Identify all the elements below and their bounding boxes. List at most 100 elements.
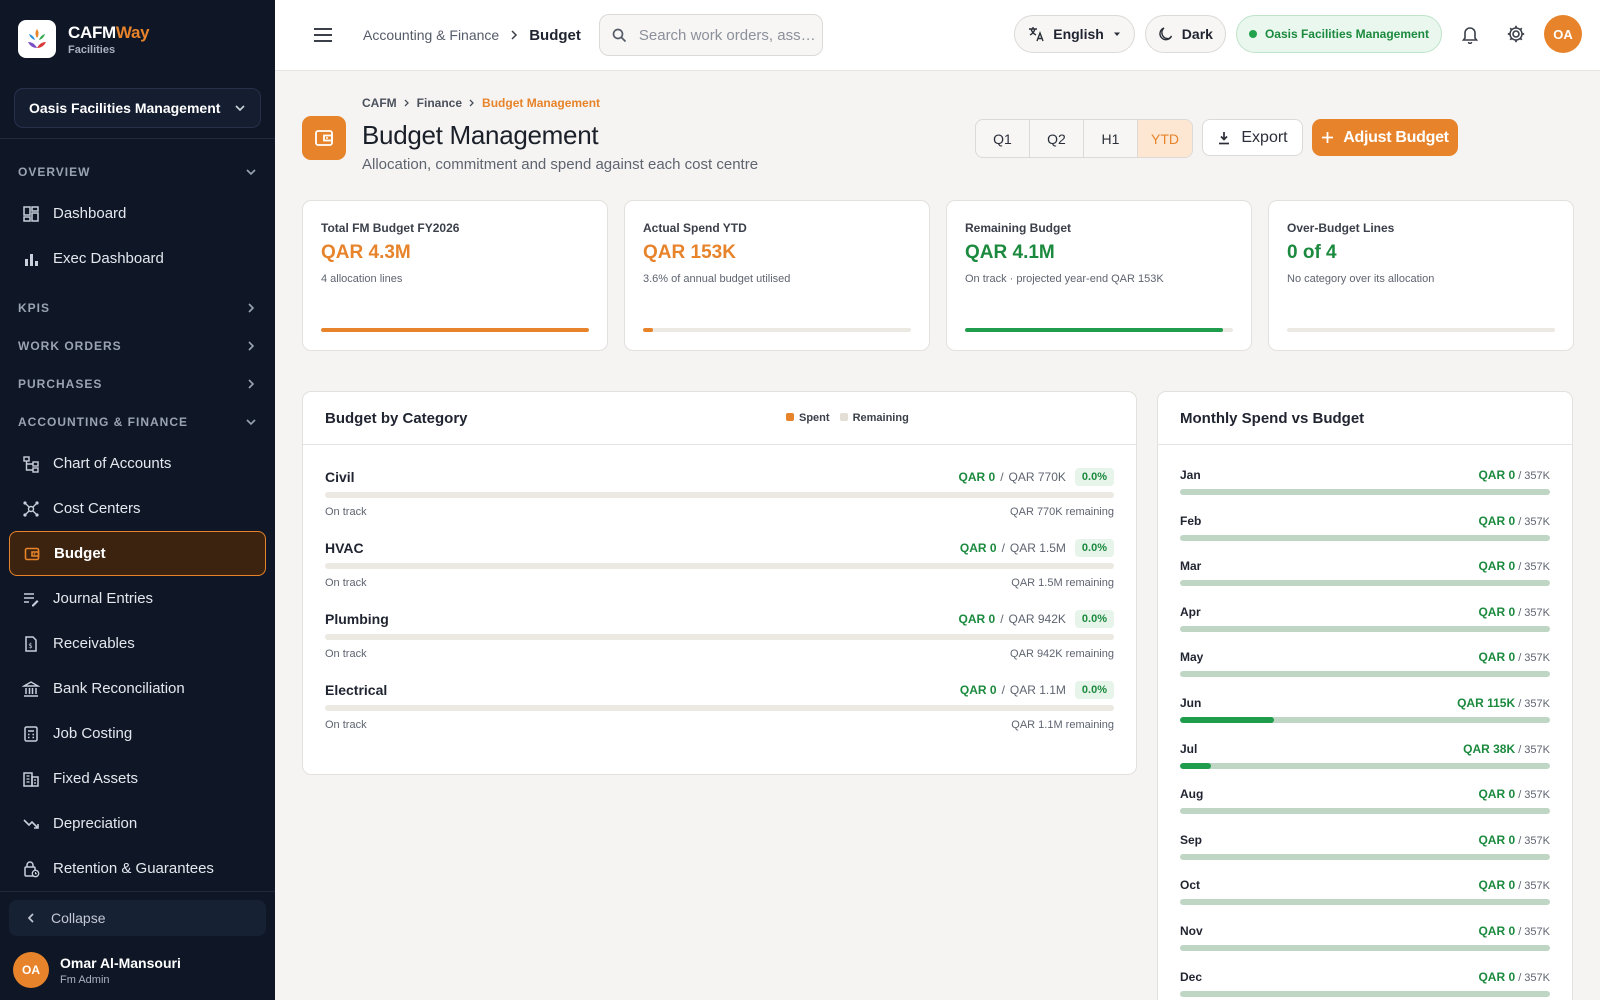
sidebar-item-dashboard[interactable]: Dashboard: [0, 191, 275, 236]
calculator-icon: [24, 725, 38, 742]
org-selector-label: Oasis Facilities Management: [29, 100, 221, 116]
sidebar-item-job-costing[interactable]: Job Costing: [0, 711, 275, 756]
category-row[interactable]: Plumbing QAR 0 / QAR 942K 0.0% On track QAR 94…: [325, 610, 1114, 682]
category-row[interactable]: HVAC QAR 0 / QAR 1.5M 0.0% On track QAR 1.5M r…: [325, 539, 1114, 611]
section-accounting[interactable]: ACCOUNTING & FINANCE: [0, 403, 275, 441]
category-row[interactable]: Civil QAR 0 / QAR 770K 0.0% On track QAR 770K …: [325, 468, 1114, 540]
chevron-left-icon: [27, 913, 34, 923]
collapse-sidebar-button[interactable]: Collapse: [9, 900, 266, 936]
month-spent: QAR 0: [1478, 832, 1516, 847]
plus-icon: [1322, 132, 1334, 143]
month-progress-fill: [1180, 762, 1212, 769]
brand[interactable]: CAFMWay Facilities: [0, 0, 275, 78]
category-amounts: QAR 0 / QAR 1.1M 0.0%: [960, 681, 1114, 699]
period-q1-button[interactable]: Q1: [976, 120, 1030, 157]
period-h1-button[interactable]: H1: [1084, 120, 1138, 157]
lock-clock-icon: [24, 860, 40, 877]
sidebar-item-cost-centers[interactable]: Cost Centers: [0, 486, 275, 531]
section-label: PURCHASES: [18, 377, 103, 391]
breadcrumb-parent[interactable]: Accounting & Finance: [363, 27, 499, 43]
period-ytd-button[interactable]: YTD: [1138, 120, 1192, 157]
chevron-right-icon: [469, 99, 474, 107]
legend-item-remaining: Remaining: [839, 412, 909, 424]
sidebar-item-depreciation[interactable]: Depreciation: [0, 801, 275, 846]
kpi-card-actual-spend: Actual Spend YTD QAR 153K 3.6% of annual…: [624, 200, 930, 351]
kpi-progress-bar: [643, 328, 911, 332]
wallet-icon: [24, 547, 40, 560]
category-status: On track: [325, 719, 367, 731]
period-q2-button[interactable]: Q2: [1030, 120, 1084, 157]
user-name: Omar Al-Mansouri: [60, 954, 181, 971]
sidebar-item-receivables[interactable]: $ Receivables: [0, 621, 275, 666]
language-selector[interactable]: English: [1014, 15, 1135, 53]
category-row[interactable]: Electrical QAR 0 / QAR 1.1M 0.0% On track QAR …: [325, 681, 1114, 753]
category-progress-bar: [325, 634, 1114, 640]
settings-button[interactable]: [1498, 16, 1534, 52]
category-remaining: QAR 1.5M remaining: [1011, 577, 1114, 589]
sidebar-item-label: Retention & Guarantees: [53, 860, 214, 877]
theme-toggle[interactable]: Dark: [1144, 15, 1226, 53]
month-amount: QAR 0 / 357K: [1478, 468, 1550, 482]
export-button[interactable]: Export: [1202, 119, 1303, 156]
category-name: Electrical: [325, 682, 388, 698]
page-icon: [302, 116, 346, 160]
receipt-icon: $: [25, 635, 37, 652]
section-purchases[interactable]: PURCHASES: [0, 365, 275, 403]
kpi-cards: Total FM Budget FY2026 QAR 4.3M 4 alloca…: [302, 200, 1574, 351]
theme-label: Dark: [1181, 26, 1213, 42]
sidebar-item-retention[interactable]: Retention & Guarantees: [0, 846, 275, 891]
section-label: KPIS: [18, 301, 51, 315]
amount-separator: /: [1001, 683, 1005, 697]
month-name: Mar: [1180, 559, 1202, 574]
notifications-button[interactable]: [1452, 16, 1488, 52]
sidebar-item-exec-dashboard[interactable]: Exec Dashboard: [0, 236, 275, 281]
category-percent-badge: 0.0%: [1074, 468, 1114, 486]
month-name: Jul: [1180, 741, 1198, 756]
month-row: Oct QAR 0 / 357K: [1180, 878, 1550, 918]
category-amounts: QAR 0 / QAR 942K 0.0%: [959, 610, 1114, 628]
page-breadcrumb-item[interactable]: CAFM: [362, 96, 397, 110]
section-label: WORK ORDERS: [18, 339, 122, 353]
chevron-down-icon: [235, 105, 245, 112]
search-input[interactable]: Search work orders, ass…: [598, 14, 823, 56]
month-budget: / 357K: [1518, 789, 1550, 802]
category-amounts: QAR 0 / QAR 770K 0.0%: [959, 468, 1114, 486]
month-budget: / 357K: [1518, 470, 1550, 482]
category-amounts: QAR 0 / QAR 1.5M 0.0%: [960, 539, 1114, 557]
avatar[interactable]: OA: [1544, 15, 1582, 53]
adjust-budget-button[interactable]: Adjust Budget: [1312, 119, 1458, 156]
collapse-label: Collapse: [51, 910, 106, 926]
sidebar-item-budget[interactable]: Budget: [9, 531, 266, 576]
month-row: Jun QAR 115K / 357K: [1180, 696, 1550, 736]
month-progress-bar: [1180, 671, 1550, 678]
kpi-label: Over-Budget Lines: [1287, 221, 1395, 235]
topbar: Accounting & Finance Budget Search work …: [275, 0, 1600, 71]
section-kpis[interactable]: KPIS: [0, 289, 275, 327]
section-work-orders[interactable]: WORK ORDERS: [0, 327, 275, 365]
page-breadcrumb-item[interactable]: Finance: [417, 96, 462, 110]
month-row: Sep QAR 0 / 357K: [1180, 833, 1550, 873]
kpi-progress-bar: [321, 328, 589, 332]
sidebar-item-journal-entries[interactable]: Journal Entries: [0, 576, 275, 621]
kpi-hint: No category over its allocation: [1287, 273, 1435, 285]
month-amount: QAR 0 / 357K: [1478, 514, 1550, 528]
month-name: Dec: [1180, 969, 1203, 984]
org-status-badge[interactable]: Oasis Facilities Management: [1235, 15, 1442, 53]
kpi-progress-fill: [321, 328, 589, 332]
month-amount: QAR 0 / 357K: [1478, 924, 1550, 938]
kpi-label: Total FM Budget FY2026: [321, 221, 460, 235]
sidebar-item-chart-of-accounts[interactable]: Chart of Accounts: [0, 441, 275, 486]
user-profile[interactable]: OA Omar Al-Mansouri Fm Admin: [0, 944, 275, 1000]
budget-by-category-panel: Budget by Category Spent Remaining Civil…: [302, 391, 1137, 775]
sidebar-item-bank-reconciliation[interactable]: Bank Reconciliation: [0, 666, 275, 711]
month-budget: / 357K: [1518, 698, 1550, 710]
org-selector[interactable]: Oasis Facilities Management: [14, 88, 261, 128]
menu-toggle-button[interactable]: [305, 17, 341, 53]
page-breadcrumb-current: Budget Management: [482, 96, 601, 110]
sidebar-item-fixed-assets[interactable]: Fixed Assets: [0, 756, 275, 801]
kpi-label: Remaining Budget: [965, 221, 1072, 235]
sidebar: CAFMWay Facilities Oasis Facilities Mana…: [0, 0, 275, 1000]
section-overview[interactable]: OVERVIEW: [0, 153, 275, 191]
moon-icon: [1159, 27, 1172, 41]
month-progress-bar: [1180, 945, 1550, 951]
